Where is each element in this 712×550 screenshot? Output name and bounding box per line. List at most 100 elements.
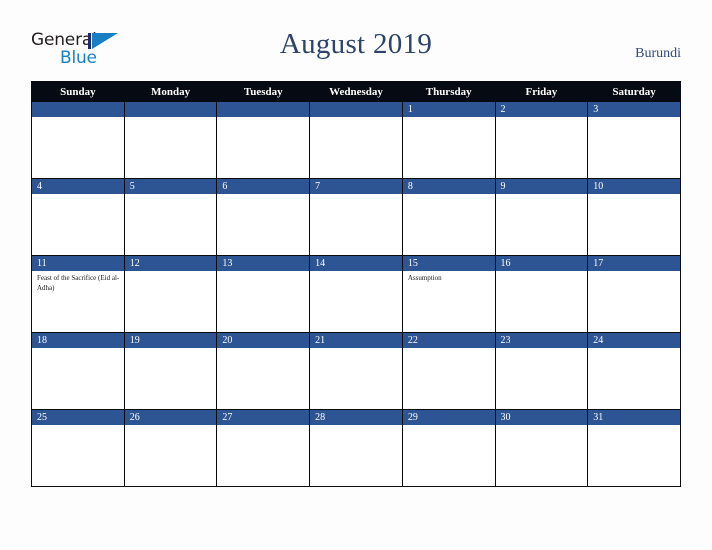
day-number: 15 bbox=[402, 256, 495, 271]
day-cell-content: 2 bbox=[495, 102, 588, 178]
day-cell-content: 24 bbox=[588, 333, 680, 409]
day-cell-content: 5 bbox=[124, 179, 217, 255]
day-number: 1 bbox=[402, 102, 495, 117]
calendar-day-cell[interactable]: 30 bbox=[494, 409, 589, 487]
day-cell-content: 15 Assumption bbox=[402, 256, 495, 332]
calendar-day-cell[interactable]: 28 bbox=[309, 409, 403, 487]
calendar-day-cell[interactable]: 27 bbox=[216, 409, 311, 487]
calendar-day-cell[interactable]: 14 bbox=[309, 255, 403, 333]
day-number: 11 bbox=[32, 256, 124, 271]
calendar-day-cell[interactable]: 29 bbox=[401, 409, 496, 487]
calendar-day-cell[interactable]: 1 bbox=[401, 101, 496, 179]
calendar-empty-cell bbox=[216, 101, 311, 179]
day-number bbox=[32, 102, 124, 117]
day-number: 17 bbox=[588, 256, 680, 271]
day-cell-content: 27 bbox=[217, 410, 310, 486]
day-number: 13 bbox=[217, 256, 310, 271]
day-number: 16 bbox=[495, 256, 588, 271]
calendar-day-cell[interactable]: 11 Feast of the Sacrifice (Eid al-Adha) bbox=[31, 255, 125, 333]
calendar-page: General Blue August 2019 Burundi Sunday … bbox=[0, 0, 712, 550]
calendar-day-cell[interactable]: 22 bbox=[401, 332, 496, 410]
calendar-day-cell[interactable]: 31 bbox=[587, 409, 681, 487]
day-number: 10 bbox=[588, 179, 680, 194]
day-number: 28 bbox=[310, 410, 402, 425]
calendar-day-cell[interactable]: 2 bbox=[494, 101, 589, 179]
day-cell-content: 13 bbox=[217, 256, 310, 332]
weekday-header-tuesday: Tuesday bbox=[216, 81, 311, 102]
weekday-header-row: Sunday Monday Tuesday Wednesday Thursday… bbox=[31, 81, 681, 102]
calendar-empty-cell bbox=[123, 101, 218, 179]
day-cell-content: 17 bbox=[588, 256, 680, 332]
calendar-day-cell[interactable]: 7 bbox=[309, 178, 403, 256]
day-number: 25 bbox=[32, 410, 124, 425]
day-number: 26 bbox=[124, 410, 217, 425]
calendar-day-cell[interactable]: 26 bbox=[123, 409, 218, 487]
calendar-day-cell[interactable]: 13 bbox=[216, 255, 311, 333]
calendar-day-cell[interactable]: 8 bbox=[401, 178, 496, 256]
weekday-header-saturday: Saturday bbox=[587, 81, 681, 102]
day-cell-content: 6 bbox=[217, 179, 310, 255]
day-number: 3 bbox=[588, 102, 680, 117]
day-number: 2 bbox=[495, 102, 588, 117]
calendar-day-cell[interactable]: 15 Assumption bbox=[401, 255, 496, 333]
calendar-empty-cell bbox=[31, 101, 125, 179]
day-number: 29 bbox=[402, 410, 495, 425]
day-cell-content: 26 bbox=[124, 410, 217, 486]
calendar-day-cell[interactable]: 24 bbox=[587, 332, 681, 410]
day-cell-content: 12 bbox=[124, 256, 217, 332]
calendar-day-cell[interactable]: 25 bbox=[31, 409, 125, 487]
day-cell-content: 28 bbox=[310, 410, 402, 486]
day-cell-content: 1 bbox=[402, 102, 495, 178]
calendar-day-cell[interactable]: 9 bbox=[494, 178, 589, 256]
calendar-day-cell[interactable]: 21 bbox=[309, 332, 403, 410]
holiday-label: Feast of the Sacrifice (Eid al-Adha) bbox=[37, 274, 120, 292]
day-number: 31 bbox=[588, 410, 680, 425]
day-cell-content: 30 bbox=[495, 410, 588, 486]
day-cell-content: 7 bbox=[310, 179, 402, 255]
weekday-header-thursday: Thursday bbox=[401, 81, 496, 102]
calendar-day-cell[interactable]: 3 bbox=[587, 101, 681, 179]
day-number: 20 bbox=[217, 333, 310, 348]
calendar-day-cell[interactable]: 23 bbox=[494, 332, 589, 410]
day-cell-content: 18 bbox=[32, 333, 124, 409]
day-number: 23 bbox=[495, 333, 588, 348]
calendar-week-row: 11 Feast of the Sacrifice (Eid al-Adha) 12… bbox=[31, 255, 681, 333]
calendar-day-cell[interactable]: 19 bbox=[123, 332, 218, 410]
day-cell-content bbox=[124, 102, 217, 178]
day-number: 30 bbox=[495, 410, 588, 425]
day-number: 21 bbox=[310, 333, 402, 348]
calendar-day-cell[interactable]: 17 bbox=[587, 255, 681, 333]
day-number bbox=[310, 102, 402, 117]
day-number: 14 bbox=[310, 256, 402, 271]
calendar-week-row: 4 5 6 7 8 9 10 bbox=[31, 178, 681, 256]
calendar-day-cell[interactable]: 18 bbox=[31, 332, 125, 410]
calendar-body: 1 2 3 4 5 6 7 8 9 10 11 Feast of the Sacrifice (Eid… bbox=[31, 101, 681, 487]
day-cell-content: 3 bbox=[588, 102, 680, 178]
day-number: 5 bbox=[124, 179, 217, 194]
calendar-day-cell[interactable]: 4 bbox=[31, 178, 125, 256]
day-cell-content: 14 bbox=[310, 256, 402, 332]
calendar-day-cell[interactable]: 6 bbox=[216, 178, 311, 256]
day-cell-content: 21 bbox=[310, 333, 402, 409]
day-number: 22 bbox=[402, 333, 495, 348]
day-cell-content: 31 bbox=[588, 410, 680, 486]
calendar-day-cell[interactable]: 12 bbox=[123, 255, 218, 333]
day-cell-content: 10 bbox=[588, 179, 680, 255]
day-cell-content bbox=[32, 102, 124, 178]
calendar-week-row: 25 26 27 28 29 30 31 bbox=[31, 409, 681, 487]
day-number: 9 bbox=[495, 179, 588, 194]
calendar-week-row: 18 19 20 21 22 23 24 bbox=[31, 332, 681, 410]
day-cell-content bbox=[217, 102, 310, 178]
day-cell-content: 20 bbox=[217, 333, 310, 409]
day-events: Feast of the Sacrifice (Eid al-Adha) bbox=[32, 271, 124, 293]
day-number: 24 bbox=[588, 333, 680, 348]
calendar-day-cell[interactable]: 20 bbox=[216, 332, 311, 410]
calendar-day-cell[interactable]: 16 bbox=[494, 255, 589, 333]
calendar-day-cell[interactable]: 5 bbox=[123, 178, 218, 256]
holiday-label: Assumption bbox=[407, 274, 442, 282]
calendar-day-cell[interactable]: 10 bbox=[587, 178, 681, 256]
day-number: 19 bbox=[124, 333, 217, 348]
day-cell-content: 16 bbox=[495, 256, 588, 332]
day-cell-content: 25 bbox=[32, 410, 124, 486]
day-cell-content: 22 bbox=[402, 333, 495, 409]
